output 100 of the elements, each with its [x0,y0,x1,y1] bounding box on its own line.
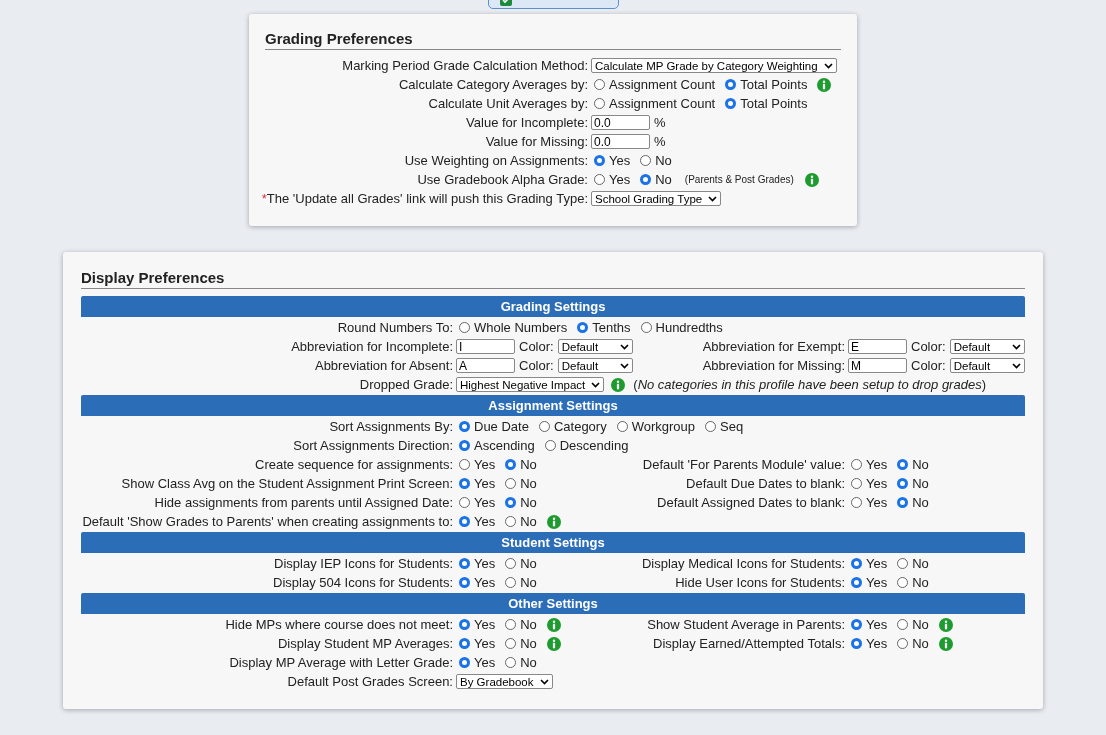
field-label: % [654,134,666,149]
radio-button[interactable] [851,459,862,470]
option-label: Descending [559,438,629,453]
radio-button[interactable] [705,421,716,432]
radio-button[interactable] [725,98,737,109]
info-icon[interactable] [546,636,561,651]
dropdown[interactable]: By Gradebook [456,674,553,689]
radio-button[interactable] [459,558,470,569]
radio-button[interactable] [594,79,605,90]
text-field[interactable]: 0.0 [591,134,650,149]
info-icon[interactable] [817,77,832,92]
radio-button[interactable] [897,558,909,569]
radio-button[interactable] [505,516,517,527]
radio-button[interactable] [897,459,909,470]
radio-button[interactable] [505,497,517,508]
radio-button[interactable] [851,478,862,489]
radio-button[interactable] [505,638,517,649]
option-label: No [912,617,929,632]
radio-button[interactable] [897,619,909,630]
radio-button[interactable] [505,558,517,569]
field-label: Dropped Grade: [358,376,454,394]
option-label: No [912,556,929,571]
radio-button[interactable] [459,478,470,489]
radio-button[interactable] [851,577,862,588]
chevron-down-icon [591,381,601,388]
radio-button[interactable] [459,577,470,588]
option-label: Whole Numbers [474,320,568,335]
radio-button[interactable] [505,619,517,630]
radio-button[interactable] [725,79,737,90]
radio-button[interactable] [616,421,628,432]
chevron-down-icon [619,362,629,369]
radio-button[interactable] [459,497,470,508]
text-field[interactable]: I [456,339,515,354]
radio-button[interactable] [640,322,652,333]
radio-button[interactable] [459,440,470,451]
field-label: Sort Assignments Direction: [292,437,454,455]
field-label: Show Student Average in Parents: [646,616,846,634]
radio-button[interactable] [594,174,605,185]
dropdown[interactable]: Default [557,339,633,354]
option-label: Assignment Count [609,77,716,92]
radio-button[interactable] [851,558,862,569]
text-field[interactable]: 0.0 [591,115,650,130]
option-label: No [912,575,929,590]
dropdown[interactable]: Default [949,339,1025,354]
radio-button[interactable] [594,98,605,109]
radio-button[interactable] [577,322,589,333]
radio-button[interactable] [459,459,470,470]
option-label: Ascending [474,438,535,453]
radio-button[interactable] [459,619,470,630]
option-label: No [520,575,537,590]
radio-button[interactable] [897,478,909,489]
chevron-down-icon [1011,362,1021,369]
dropdown[interactable]: School Grading Type [591,191,722,206]
info-icon[interactable] [546,514,561,529]
info-icon[interactable] [546,617,561,632]
radio-button[interactable] [897,497,909,508]
radio-button[interactable] [851,497,862,508]
dropdown[interactable]: Highest Negative Impact [456,377,605,392]
radio-button[interactable] [505,577,517,588]
radio-button[interactable] [505,459,517,470]
radio-button[interactable] [851,638,862,649]
info-icon[interactable] [804,172,819,187]
radio-button[interactable] [851,619,862,630]
radio-button[interactable] [459,516,470,527]
radio-button[interactable] [459,657,470,668]
radio-button[interactable] [640,155,652,166]
radio-button[interactable] [459,638,470,649]
option-label: Yes [474,495,496,510]
option-label: Due Date [474,419,529,434]
radio-button[interactable] [505,478,517,489]
info-icon[interactable] [611,377,626,392]
radio-button[interactable] [594,155,605,166]
section-header: Assignment Settings [81,395,1025,416]
option-label: Yes [474,476,496,491]
text-field[interactable]: E [848,339,907,354]
field-label: Round Numbers To: [336,319,454,337]
option-label: No [655,153,672,168]
dropdown[interactable]: Default [949,358,1025,373]
field-label: Color: [519,339,554,354]
dropdown[interactable]: Default [557,358,633,373]
section-header: Grading Settings [81,296,1025,317]
radio-button[interactable] [640,174,652,185]
text-field[interactable]: M [848,358,907,373]
field-label: Hide assignments from parents until Assigned Date: [153,494,454,512]
radio-button[interactable] [538,421,550,432]
text-field[interactable]: A [456,358,515,373]
info-icon[interactable] [938,617,953,632]
radio-button[interactable] [544,440,556,451]
option-label: Yes [474,617,496,632]
radio-button[interactable] [897,577,909,588]
radio-button[interactable] [459,421,470,432]
radio-button[interactable] [505,657,517,668]
option-label: Yes [866,495,888,510]
option-label: No [520,636,537,651]
field-label: Abbreviation for Absent: [313,357,454,375]
radio-button[interactable] [459,322,470,333]
radio-button[interactable] [897,638,909,649]
info-icon[interactable] [938,636,953,651]
dropdown[interactable]: Calculate MP Grade by Category Weighting [591,58,837,73]
option-label: No [912,495,929,510]
